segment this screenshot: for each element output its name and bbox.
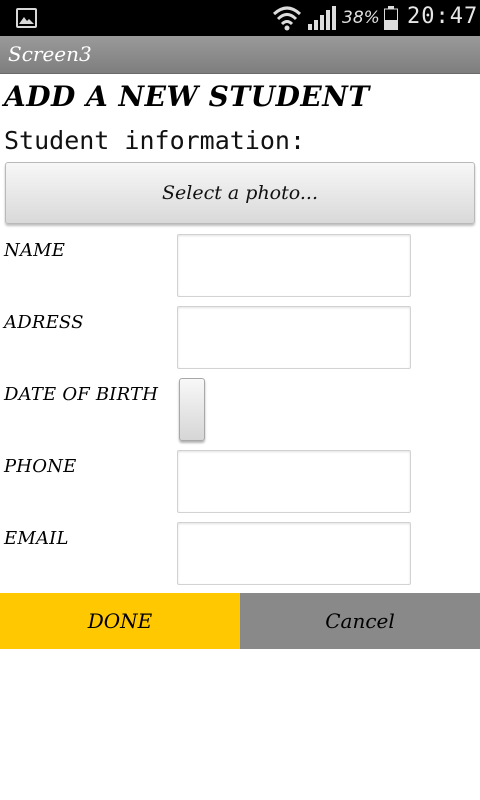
screen-title: Screen3 [8,42,92,66]
email-input[interactable] [177,522,411,585]
section-label: Student information: [4,126,306,155]
phone-label: PHONE [4,456,77,477]
signal-icon [308,6,336,30]
cancel-button[interactable]: Cancel [240,593,480,649]
wifi-icon [272,6,302,31]
image-icon [16,8,37,28]
address-label: ADRESS [4,312,84,333]
select-photo-button[interactable]: Select a photo... [5,162,475,224]
status-bar: 38% 20:47 [0,0,480,36]
phone-input[interactable] [177,450,411,513]
battery-icon [384,6,398,30]
address-input[interactable] [177,306,411,369]
battery-percent: 38% [342,8,380,28]
title-bar: Screen3 [0,36,480,74]
clock: 20:47 [407,4,479,29]
done-button[interactable]: DONE [0,593,240,649]
date-picker-button[interactable] [179,378,205,441]
email-label: EMAIL [4,528,69,549]
name-input[interactable] [177,234,411,297]
date-of-birth-label: DATE OF BIRTH [4,384,159,405]
page-heading: ADD A NEW STUDENT [4,80,370,113]
name-label: NAME [4,240,66,261]
